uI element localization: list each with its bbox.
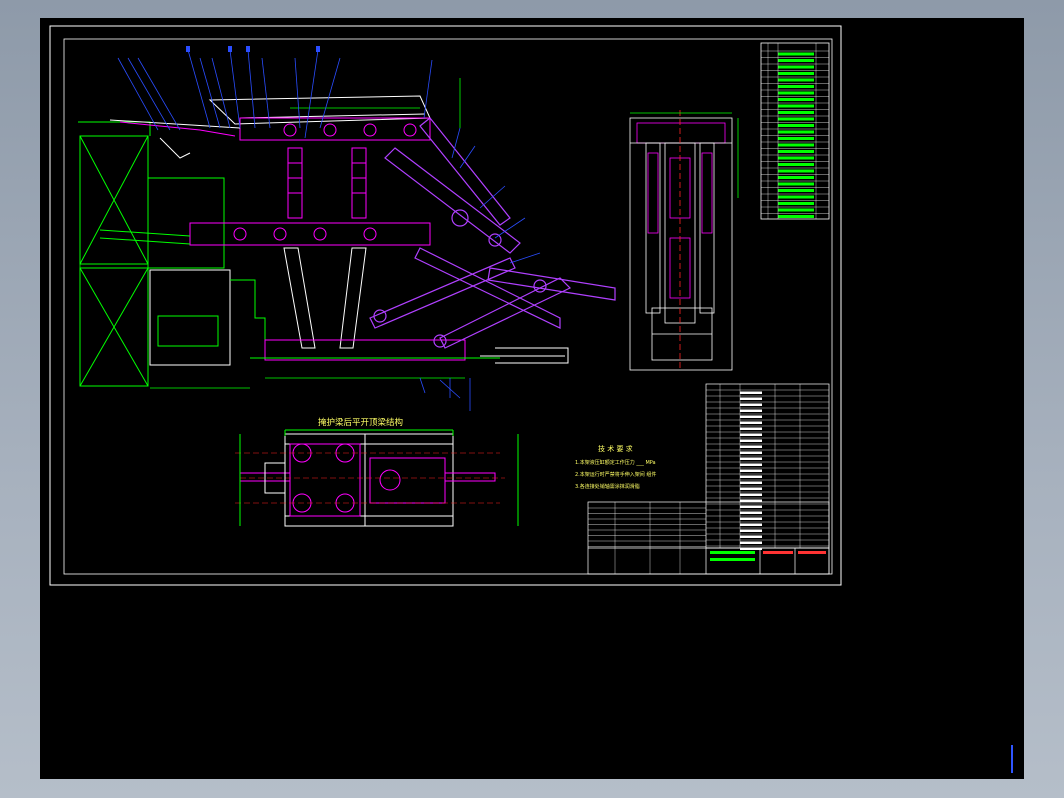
- note-line: 2.本架运行时严禁将手伸入架间 组件: [575, 471, 656, 478]
- bom-entry: [740, 421, 762, 424]
- bom-entry: [740, 541, 762, 544]
- parts-list-entry: [778, 98, 814, 101]
- bom-entry: [740, 475, 762, 478]
- plan-view-title: 掩护梁后平开顶梁结构: [318, 417, 403, 428]
- bom-entry: [740, 391, 762, 394]
- bom-entry: [740, 457, 762, 460]
- parts-list-entry: [778, 189, 814, 192]
- parts-list-entry: [778, 59, 814, 62]
- parts-list-entry: [778, 117, 814, 121]
- bom-entry: [740, 523, 762, 526]
- bom-entry: [740, 493, 762, 496]
- cad-drawing: 掩护梁后平开顶梁结构 技 术 要 求 1.本架液压缸额定工作压力 ___ MPa…: [49, 25, 842, 586]
- parts-list-entry: [778, 104, 814, 108]
- parts-list-entry: [778, 150, 814, 153]
- parts-list-entry: [778, 163, 814, 166]
- parts-list-entry: [778, 124, 814, 127]
- bom-entry: [740, 445, 762, 448]
- parts-list-entry: [778, 85, 814, 88]
- bom-entry: [740, 403, 762, 406]
- note-line: 3.各连接处销轴需涂抹润滑脂: [575, 483, 640, 490]
- bom-entry: [740, 433, 762, 436]
- technical-notes: 技 术 要 求 1.本架液压缸额定工作压力 ___ MPa 2.本架运行时严禁将…: [575, 444, 656, 490]
- parts-list-entry: [778, 182, 814, 186]
- bom-entry: [740, 511, 762, 514]
- title-block-green: [710, 551, 826, 561]
- bom-entry: [740, 505, 762, 508]
- front-view: [629, 110, 739, 371]
- bom-entry: [740, 469, 762, 472]
- bom-entry: [740, 517, 762, 520]
- parts-list-entry: [778, 78, 814, 82]
- parts-list-entry: [778, 130, 814, 134]
- bom-entry: [740, 409, 762, 412]
- bom-entry: [740, 529, 762, 532]
- bom-entry: [740, 427, 762, 430]
- side-elevation: [78, 46, 616, 411]
- parts-list-entry: [778, 176, 814, 179]
- bom-entry: [740, 499, 762, 502]
- bom-entry: [740, 463, 762, 466]
- parts-list-entry: [778, 202, 814, 205]
- parts-list-entry: [778, 65, 814, 69]
- parts-list-entry: [778, 72, 814, 75]
- note-line: 1.本架液压缸额定工作压力 ___ MPa: [575, 459, 656, 466]
- cad-viewport[interactable]: 掩护梁后平开顶梁结构 技 术 要 求 1.本架液压缸额定工作压力 ___ MPa…: [40, 18, 1024, 779]
- parts-list-entry: [778, 137, 814, 140]
- bom-entry: [740, 481, 762, 484]
- bom-entry: [740, 415, 762, 418]
- command-cursor[interactable]: [1011, 745, 1013, 773]
- parts-list-entry: [778, 215, 814, 218]
- parts-list-entry: [778, 156, 814, 160]
- bom-entry: [740, 487, 762, 490]
- parts-list-upper: [760, 42, 830, 220]
- bom-entry: [740, 535, 762, 538]
- parts-list-entry: [778, 208, 814, 212]
- sheet-inner-border: [63, 38, 833, 575]
- bom-entry: [740, 439, 762, 442]
- parts-list-entry: [778, 169, 814, 173]
- parts-list-entry: [778, 143, 814, 147]
- bom-entry: [740, 451, 762, 454]
- parts-list-entry: [778, 52, 814, 56]
- bom-entry: [740, 397, 762, 400]
- parts-list-entry: [778, 111, 814, 114]
- plan-view: [235, 429, 519, 527]
- notes-heading: 技 术 要 求: [598, 444, 633, 453]
- parts-list-entry: [778, 91, 814, 95]
- parts-list-entry: [778, 195, 814, 199]
- bill-of-materials: [587, 383, 830, 575]
